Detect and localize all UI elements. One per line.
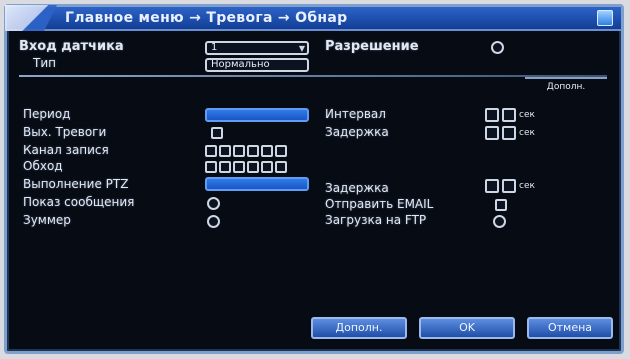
detector-value: 1: [211, 42, 218, 53]
alarm-out-label: Вых. Тревоги: [23, 125, 107, 139]
chevron-down-icon: ▼: [298, 44, 305, 53]
title-bar: Главное меню → Тревога → Обнар: [5, 5, 621, 31]
record-channel-3[interactable]: [233, 145, 245, 157]
delay2-stepper[interactable]: сек: [485, 179, 535, 193]
ok-button-label: OK: [459, 321, 475, 334]
show-message-label: Показ сообщения: [23, 195, 135, 209]
buzzer-label: Зуммер: [23, 213, 71, 227]
type-value: Нормально: [211, 59, 270, 70]
tour-channel-5[interactable]: [261, 161, 273, 173]
record-channel-4[interactable]: [247, 145, 259, 157]
delay-value-box[interactable]: [485, 126, 499, 140]
delay2-unit: сек: [519, 181, 535, 191]
detector-select[interactable]: 1 ▼: [205, 41, 309, 55]
dialog-window: Главное меню → Тревога → Обнар Вход датч…: [4, 4, 624, 354]
enable-checkbox[interactable]: [491, 41, 504, 54]
interval-stepper[interactable]: сек: [485, 108, 535, 122]
record-channel-2[interactable]: [219, 145, 231, 157]
delay-label: Задержка: [325, 125, 389, 139]
delay2-label: Задержка: [325, 181, 389, 195]
buzzer-checkbox[interactable]: [207, 215, 220, 228]
interval-value-box[interactable]: [485, 108, 499, 122]
ftp-label: Загрузка на FTP: [325, 213, 427, 227]
cancel-button-label: Отмена: [547, 321, 593, 334]
tour-channel-2[interactable]: [219, 161, 231, 173]
setup-button[interactable]: Дополн.: [525, 77, 607, 95]
period-label: Период: [23, 107, 71, 121]
tour-channel-1[interactable]: [205, 161, 217, 173]
alarm-input-panel: Вход датчика 1 ▼ Разрешение Тип Нормальн…: [7, 31, 621, 351]
tour-channel-6[interactable]: [275, 161, 287, 173]
window-title: Главное меню → Тревога → Обнар: [65, 10, 348, 26]
delay2-value-box-2[interactable]: [502, 179, 516, 193]
tour-channel-3[interactable]: [233, 161, 245, 173]
ptz-button[interactable]: [205, 177, 309, 191]
tour-channel-4[interactable]: [247, 161, 259, 173]
advanced-button-label: Дополн.: [335, 321, 383, 334]
type-label: Тип: [33, 56, 56, 70]
tour-grid: [205, 161, 287, 173]
record-channel-5[interactable]: [261, 145, 273, 157]
interval-label: Интервал: [325, 107, 386, 121]
ftp-checkbox[interactable]: [493, 215, 506, 228]
send-email-checkbox[interactable]: [495, 199, 507, 211]
period-button[interactable]: [205, 108, 309, 122]
delay-unit: сек: [519, 128, 535, 138]
record-channel-grid: [205, 145, 287, 157]
enable-label: Разрешение: [325, 39, 419, 54]
divider: [19, 75, 607, 77]
interval-unit: сек: [519, 110, 535, 120]
setup-button-label: Дополн.: [546, 82, 586, 92]
send-email-label: Отправить EMAIL: [325, 197, 434, 211]
delay2-value-box[interactable]: [485, 179, 499, 193]
interval-value-box-2[interactable]: [502, 108, 516, 122]
detector-label: Вход датчика: [19, 39, 124, 54]
delay-stepper[interactable]: сек: [485, 126, 535, 140]
ok-button[interactable]: OK: [419, 317, 515, 339]
close-icon[interactable]: [597, 10, 613, 26]
title-accent: [5, 5, 57, 31]
record-channel-label: Канал запися: [23, 143, 109, 157]
alarm-out-checkbox[interactable]: [211, 127, 223, 139]
advanced-button[interactable]: Дополн.: [311, 317, 407, 339]
record-channel-1[interactable]: [205, 145, 217, 157]
delay-value-box-2[interactable]: [502, 126, 516, 140]
type-select[interactable]: Нормально: [205, 58, 309, 72]
ptz-label: Выполнение PTZ: [23, 177, 129, 191]
tour-label: Обход: [23, 159, 63, 173]
record-channel-6[interactable]: [275, 145, 287, 157]
show-message-checkbox[interactable]: [207, 197, 220, 210]
cancel-button[interactable]: Отмена: [527, 317, 613, 339]
